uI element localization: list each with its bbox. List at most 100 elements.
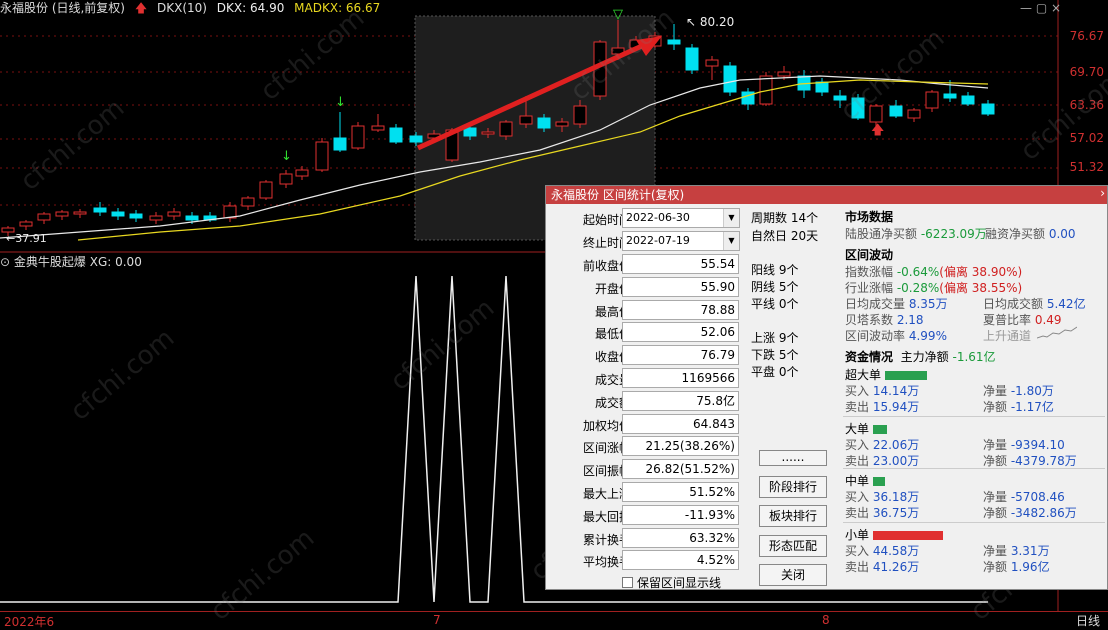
candle-body[interactable] (705, 59, 719, 67)
checkbox-box[interactable] (622, 577, 633, 588)
divider (843, 522, 1105, 523)
candle-body[interactable] (19, 221, 33, 227)
net-vol-label: 净量 (983, 490, 1008, 504)
chevron-icon[interactable]: ⊙ (0, 255, 10, 269)
dkx-name[interactable]: DKX(10) (157, 1, 207, 15)
candle-body[interactable] (667, 39, 681, 45)
candle-body[interactable] (925, 91, 939, 109)
net-vol-value: -5708.46 (1010, 490, 1065, 504)
stage-rank-button[interactable]: 阶段排行 (759, 476, 827, 498)
end-date-picker[interactable]: 2022-07-19 ▼ (622, 231, 740, 251)
candle-body[interactable] (73, 211, 87, 215)
stat-row: 成交额 75.8亿 (546, 390, 746, 411)
candle-body[interactable] (519, 115, 533, 125)
sell-row: 卖出 23.00万 (845, 452, 919, 469)
net-vol-label: 净量 (983, 384, 1008, 398)
candle-body[interactable] (463, 127, 477, 137)
candle-body[interactable] (555, 121, 569, 127)
candle-body[interactable] (685, 47, 699, 71)
fund-group-title: 大单 (845, 420, 887, 437)
candle-body[interactable] (259, 181, 273, 199)
candle-body[interactable] (869, 105, 883, 123)
stat-row: 开盘价 55.90 (546, 276, 746, 297)
sell-value: 15.94万 (872, 400, 920, 414)
indicator-header: ⊙ 金典牛股起爆 XG: 0.00 (0, 254, 142, 270)
stat-value: 4.52% (622, 550, 739, 571)
candle-body[interactable] (351, 125, 365, 149)
candle-body[interactable] (981, 103, 995, 115)
more-button[interactable]: ...... (759, 450, 827, 466)
stat-row: 最大上涨 51.52% (546, 482, 746, 502)
start-date-picker[interactable]: 2022-06-30 ▼ (622, 208, 740, 228)
candle-body[interactable] (279, 173, 293, 185)
candle-body[interactable] (93, 207, 107, 213)
net-amt-row: 净额 -1.17亿 (983, 398, 1054, 415)
candle-body[interactable] (111, 211, 125, 217)
buy-value: 36.18万 (872, 490, 920, 504)
index-change-row: 指数涨幅 -0.64%(偏离 38.90%) (845, 263, 1022, 280)
stat-value: 26.82(51.52%) (622, 459, 739, 480)
candle-body[interactable] (185, 215, 199, 221)
net-amt-label: 净额 (983, 400, 1008, 414)
dkx-value: DKX: 64.90 (216, 1, 285, 15)
candle-body[interactable] (943, 93, 957, 99)
sector-rank-button[interactable]: 板块排行 (759, 505, 827, 527)
candle-body[interactable] (409, 135, 423, 143)
net-vol-label: 净量 (983, 438, 1008, 452)
yin-count: 阴线 5个 (751, 280, 799, 294)
sell-label: 卖出 (845, 454, 870, 468)
avg-amount-value: 5.42亿 (1046, 297, 1086, 311)
candle-body[interactable] (333, 137, 347, 151)
stat-row: 最大回撤 -11.93% (546, 504, 746, 525)
lgt-value: -6223.09万 (920, 227, 987, 241)
candle-body[interactable] (815, 81, 829, 93)
sell-value: 36.75万 (872, 506, 920, 520)
candle-body[interactable] (37, 213, 51, 221)
candle-body[interactable] (241, 197, 255, 207)
candle-body[interactable] (371, 125, 385, 131)
period-tab[interactable]: 日线 (1076, 612, 1100, 629)
date-label: 2022年6 (4, 615, 55, 629)
candle-body[interactable] (777, 71, 791, 77)
buy-label: 买入 (845, 544, 870, 558)
madkx-value: MADKX: 66.67 (294, 1, 381, 15)
dialog-title[interactable]: 永福股份 区间统计(复权) (546, 186, 1107, 204)
chevron-down-icon[interactable]: ▼ (723, 209, 739, 227)
level-count: 平盘 0个 (751, 365, 799, 379)
pattern-match-button[interactable]: 形态匹配 (759, 535, 827, 557)
candle-body[interactable] (499, 121, 513, 137)
candle-body[interactable] (907, 109, 921, 119)
range-stats-dialog[interactable]: 永福股份 区间统计(复权) › 起始时间 2022-06-30 ▼ 终止时间 20… (545, 185, 1108, 590)
candle-body[interactable] (573, 105, 587, 125)
window-controls[interactable]: — ▢ × (1020, 1, 1061, 15)
candle-body[interactable] (167, 211, 181, 217)
close-button[interactable]: 关闭 (759, 564, 827, 586)
candle-body[interactable] (961, 95, 975, 105)
candle-body[interactable] (889, 105, 903, 117)
low-annotation: ←37.91 (6, 232, 47, 245)
candle-body[interactable] (389, 127, 403, 143)
indicator-name[interactable]: 金典牛股起爆 (14, 255, 86, 269)
sell-row: 卖出 41.26万 (845, 558, 919, 575)
fund-group-name: 小单 (845, 528, 870, 542)
candle-body[interactable] (55, 211, 69, 217)
candle-body[interactable] (833, 95, 847, 101)
candle-body[interactable] (537, 117, 551, 129)
signal-arrow-icon: ↓ (281, 149, 292, 164)
xg-value: XG: 0.00 (89, 255, 142, 269)
keep-range-line-checkbox[interactable]: 保留区间显示线 (622, 574, 721, 591)
close-icon[interactable]: › (1100, 186, 1105, 200)
candle-body[interactable] (481, 131, 495, 135)
candle-body[interactable] (723, 65, 737, 93)
candle-body[interactable] (315, 141, 329, 171)
candle-body[interactable] (149, 215, 163, 221)
chevron-down-icon[interactable]: ▼ (723, 232, 739, 250)
net-vol-row: 净量 3.31万 (983, 542, 1050, 559)
sharpe-value: 0.49 (1034, 313, 1062, 327)
candle-body[interactable] (851, 97, 865, 119)
net-vol-row: 净量 -5708.46 (983, 488, 1065, 505)
date-axis: 2022年6 7 8 (0, 611, 1108, 629)
net-vol-row: 净量 -9394.10 (983, 436, 1065, 453)
candle-body[interactable] (295, 169, 309, 177)
candle-body[interactable] (129, 213, 143, 219)
